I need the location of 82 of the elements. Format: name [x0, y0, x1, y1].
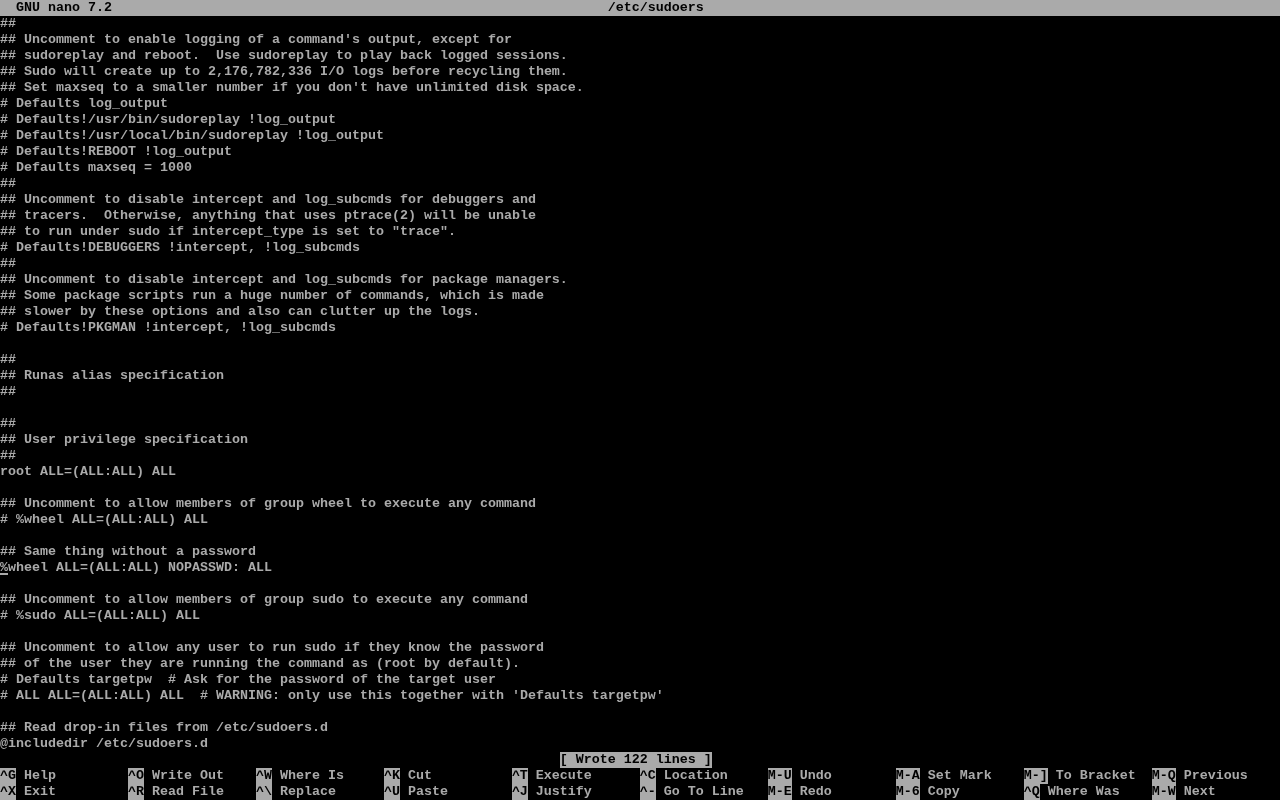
file-name: /etc/sudoers [607, 0, 704, 16]
text-line: # %wheel ALL=(ALL:ALL) ALL [0, 512, 208, 528]
shortcut-label: Set Mark [927, 768, 992, 784]
shortcut-label: Where Is [279, 768, 344, 784]
shortcut-label: Execute [535, 768, 592, 784]
text-line: ## of the user they are running the command as (root by default). [0, 656, 520, 672]
shortcut-key: M-U [767, 768, 792, 784]
shortcut-key: ^X [0, 784, 16, 800]
text-line: # Defaults!/usr/bin/sudoreplay !log_output [0, 112, 336, 128]
shortcut-label: Paste [407, 784, 448, 800]
text-line: # Defaults!REBOOT !log_output [0, 144, 232, 160]
text-line: ## User privilege specification [0, 432, 248, 448]
text-line: @includedir /etc/sudoers.d [0, 736, 208, 752]
text-line: # ALL ALL=(ALL:ALL) ALL # WARNING: only use this together with 'Defaults targetpw' [0, 688, 664, 704]
text-line: ## [0, 176, 16, 192]
shortcut-key: ^W [255, 768, 272, 784]
text-line: %wheel ALL=(ALL:ALL) NOPASSWD: ALL [0, 560, 272, 576]
shortcut-label: Redo [799, 784, 832, 800]
text-line: ## Some package scripts run a huge number of commands, which is made [0, 288, 544, 304]
text-line: # Defaults maxseq = 1000 [0, 160, 192, 176]
text-line: ## sudoreplay and reboot. Use sudoreplay to play back logged sessions. [0, 48, 568, 64]
shortcut-label: Read File [151, 784, 224, 800]
text-line: root ALL=(ALL:ALL) ALL [0, 464, 176, 480]
shortcut-key: M-Q [1151, 768, 1176, 784]
text-line: ## Uncomment to allow any user to run sudo if they know the password [0, 640, 544, 656]
text-line: ## Uncomment to disable intercept and log_subcmds for debuggers and [0, 192, 536, 208]
text-line: # Defaults!PKGMAN !intercept, !log_subcmds [0, 320, 336, 336]
shortcut-key: ^\ [255, 784, 272, 800]
text-line: ## [0, 384, 16, 400]
text-line: ## Same thing without a password [0, 544, 256, 560]
app-version: GNU nano 7.2 [16, 0, 113, 16]
text-line: ## Uncomment to allow members of group wheel to execute any command [0, 496, 536, 512]
shortcut-key: ^U [383, 784, 400, 800]
shortcut-label: Justify [535, 784, 592, 800]
text-line: ## [0, 352, 16, 368]
text-line: # Defaults targetpw # Ask for the password of the target user [0, 672, 496, 688]
shortcut-key: ^- [639, 784, 656, 800]
text-line: ## Read drop-in files from /etc/sudoers.d [0, 720, 328, 736]
text-line: ## Runas alias specification [0, 368, 224, 384]
shortcut-label: Next [1183, 784, 1216, 800]
shortcut-label: Where Was [1047, 784, 1120, 800]
status-message: [ Wrote 122 lines ] [559, 752, 712, 768]
shortcut-label: To Bracket [1055, 768, 1136, 784]
text-line: ## Sudo will create up to 2,176,782,336 I/O logs before recycling them. [0, 64, 568, 80]
shortcut-key: M-A [895, 768, 920, 784]
shortcut-label: Replace [279, 784, 336, 800]
text-line: ## Set maxseq to a smaller number if you don't have unlimited disk space. [0, 80, 584, 96]
shortcut-label: Copy [927, 784, 960, 800]
shortcut-key: ^J [511, 784, 528, 800]
shortcut-key: ^K [383, 768, 400, 784]
shortcut-key: M-W [1151, 784, 1176, 800]
shortcut-label: Write Out [151, 768, 224, 784]
text-line: ## Uncomment to disable intercept and log_subcmds for package managers. [0, 272, 568, 288]
shortcut-label: Help [24, 768, 56, 784]
text-line: ## Uncomment to allow members of group sudo to execute any command [0, 592, 528, 608]
text-line: ## slower by these options and also can clutter up the logs. [0, 304, 480, 320]
shortcut-label: Location [663, 768, 728, 784]
shortcut-key: ^R [127, 784, 144, 800]
text-line: ## [0, 16, 16, 32]
shortcut-key: ^T [511, 768, 528, 784]
text-line: # %sudo ALL=(ALL:ALL) ALL [0, 608, 200, 624]
shortcut-key: ^Q [1023, 784, 1040, 800]
text-line: ## to run under sudo if intercept_type is set to "trace". [0, 224, 456, 240]
text-line: ## Uncomment to enable logging of a command's output, except for [0, 32, 512, 48]
shortcut-label: Undo [799, 768, 832, 784]
shortcut-key: ^C [639, 768, 656, 784]
shortcut-key: ^G [0, 768, 16, 784]
text-line: # Defaults log_output [0, 96, 168, 112]
shortcut-key: M-6 [895, 784, 920, 800]
shortcut-key: M-E [767, 784, 792, 800]
text-line: ## [0, 448, 16, 464]
shortcut-label: Cut [407, 768, 432, 784]
shortcut-label: Go To Line [663, 784, 744, 800]
text-line: # Defaults!DEBUGGERS !intercept, !log_subcmds [0, 240, 360, 256]
text-line: ## tracers. Otherwise, anything that uses ptrace(2) will be unable [0, 208, 536, 224]
text-line: # Defaults!/usr/local/bin/sudoreplay !log_output [0, 128, 384, 144]
shortcut-label: Exit [24, 784, 56, 800]
text-line: ## [0, 256, 16, 272]
text-line: ## [0, 416, 16, 432]
shortcut-label: Previous [1183, 768, 1248, 784]
shortcut-key: M-] [1023, 768, 1048, 784]
shortcut-key: ^O [127, 768, 144, 784]
